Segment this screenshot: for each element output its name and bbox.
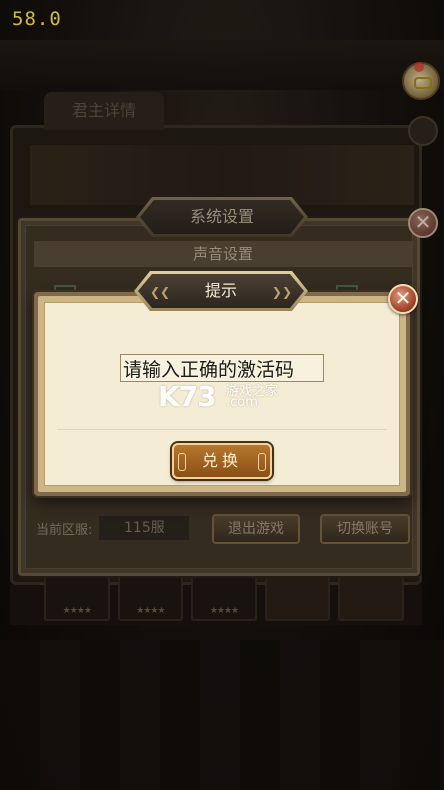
sound-settings-header: 声音设置 (34, 241, 412, 267)
server-value: 115服 (98, 515, 191, 541)
activation-code-input[interactable] (120, 354, 324, 382)
hero-card[interactable]: ★★★★ (44, 573, 110, 621)
hero-card-empty[interactable] (264, 573, 331, 621)
hero-card[interactable]: ★★★★ (191, 573, 257, 621)
star-rating-icon: ★★★★ (62, 606, 92, 616)
hero-card-row: ★★★★ ★★★★ ★★★★ (44, 573, 404, 621)
divider (57, 429, 387, 430)
hero-card-empty[interactable] (338, 573, 404, 621)
star-rating-icon: ★★★★ (209, 606, 239, 616)
watermark-domain: .com (226, 395, 258, 410)
lord-detail-banner (30, 145, 414, 205)
star-rating-icon: ★★★★ (136, 606, 165, 616)
redeem-button[interactable]: 兑换 (172, 443, 272, 479)
notification-dot-icon (414, 62, 424, 72)
prompt-title-plate: ❮❮ 提示 ❯❯ (138, 274, 304, 308)
tab-lord-detail[interactable]: 君主详情 (44, 92, 164, 130)
fps-counter: 58.0 (12, 8, 62, 30)
k73-watermark-logo: K73 游戏之家 .com (158, 380, 298, 413)
watermark-brand: K73 (158, 380, 217, 413)
prompt-close-icon[interactable]: ✕ (388, 284, 418, 314)
title-ornament-right-icon: ❯❯ (271, 285, 292, 299)
close-icon[interactable] (408, 116, 438, 146)
hero-card[interactable]: ★★★★ (117, 573, 184, 621)
bottom-nav-background (0, 640, 444, 790)
settings-title: 系统设置 (189, 207, 254, 226)
quit-game-button[interactable]: 退出游戏 (212, 514, 300, 544)
server-label: 当前区服: (36, 522, 93, 538)
current-server-row: 当前区服: 115服 (36, 514, 191, 542)
settings-close-icon[interactable]: ✕ (408, 208, 438, 238)
top-bar (0, 40, 444, 90)
switch-account-button[interactable]: 切换账号 (320, 514, 410, 544)
settings-title-plate: 系统设置 (140, 200, 304, 234)
